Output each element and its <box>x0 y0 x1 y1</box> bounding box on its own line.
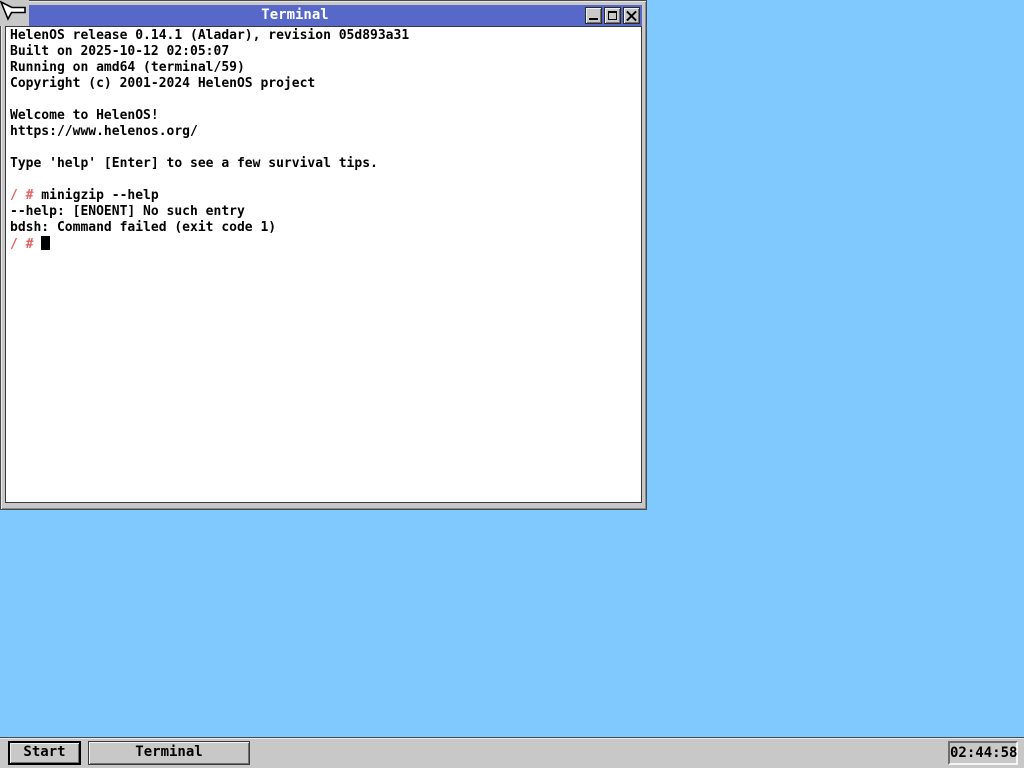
terminal-line: Copyright (c) 2001-2024 HelenOS project <box>10 76 316 91</box>
taskbar: Start Terminal 02:44:58 <box>0 737 1024 768</box>
terminal-line: / # <box>10 236 641 252</box>
terminal-line: --help: [ENOENT] No such entry <box>10 204 245 219</box>
terminal-line: Running on amd64 (terminal/59) <box>10 60 245 75</box>
close-icon <box>624 8 639 23</box>
start-button[interactable]: Start <box>8 741 81 765</box>
terminal-line: HelenOS release 0.14.1 (Aladar), revisio… <box>10 28 410 43</box>
terminal-line: https://www.helenos.org/ <box>10 124 198 139</box>
terminal-line: Type 'help' [Enter] to see a few surviva… <box>10 156 378 171</box>
shell-prompt: / # <box>10 188 34 203</box>
terminal-line: Built on 2025-10-12 02:05:07 <box>10 44 230 59</box>
maximize-button[interactable] <box>604 7 621 24</box>
taskbar-item-terminal[interactable]: Terminal <box>88 741 250 765</box>
close-button[interactable] <box>623 7 640 24</box>
terminal-line: / # minigzip --help <box>10 188 159 203</box>
terminal-line: bdsh: Command failed (exit code 1) <box>10 220 277 235</box>
shell-prompt: / # <box>10 237 34 252</box>
terminal-cursor <box>41 236 51 250</box>
minimize-button[interactable] <box>585 7 602 24</box>
terminal-output[interactable]: HelenOS release 0.14.1 (Aladar), revisio… <box>5 26 642 503</box>
taskbar-clock: 02:44:58 <box>948 741 1018 765</box>
minimize-icon <box>589 18 598 20</box>
maximize-icon <box>608 11 617 20</box>
terminal-line: Welcome to HelenOS! <box>10 108 159 123</box>
terminal-window: Terminal HelenOS release 0.14.1 (Aladar)… <box>0 0 647 510</box>
window-title: Terminal <box>261 7 329 23</box>
window-controls <box>585 7 640 24</box>
window-titlebar[interactable]: Terminal <box>5 5 642 26</box>
